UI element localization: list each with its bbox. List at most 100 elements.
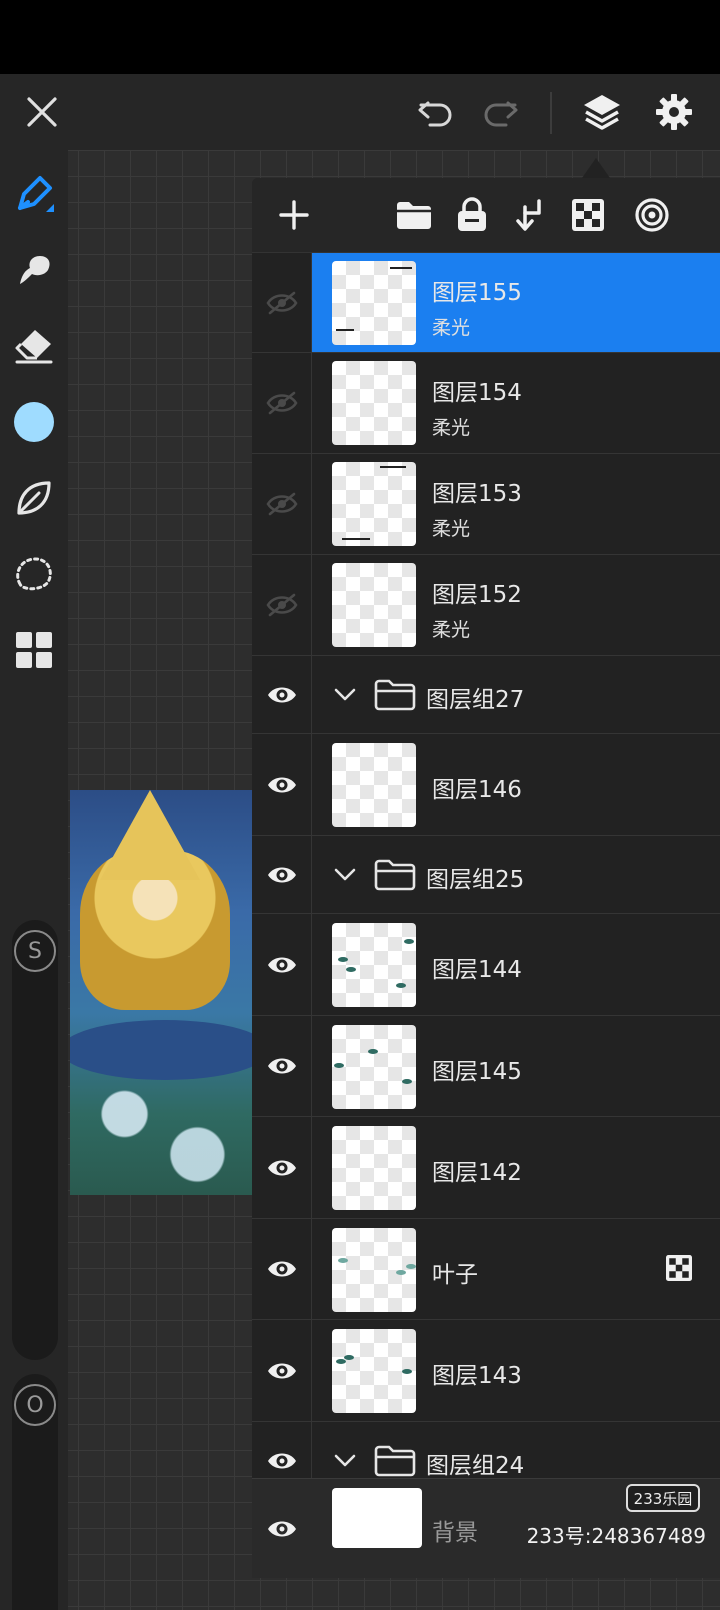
visibility-toggle[interactable]: [252, 1320, 312, 1421]
transform-tool[interactable]: [0, 614, 68, 686]
layer-row[interactable]: 图层154 柔光: [252, 353, 720, 454]
size-slider-knob[interactable]: S: [14, 930, 56, 972]
visibility-toggle[interactable]: [252, 1479, 312, 1578]
group-row[interactable]: 图层组25: [252, 836, 720, 914]
visibility-toggle[interactable]: [252, 1016, 312, 1116]
eye-icon: [267, 1363, 296, 1378]
thumb-mark: [338, 957, 348, 962]
visibility-toggle[interactable]: [252, 555, 312, 655]
settings-button[interactable]: [642, 74, 706, 150]
visibility-toggle[interactable]: [252, 1117, 312, 1218]
layer-row[interactable]: 图层143: [252, 1320, 720, 1422]
layer-main[interactable]: 图层146: [312, 734, 720, 835]
watermark-text: 233号:248367489: [526, 1524, 706, 1548]
layers-button[interactable]: [570, 74, 634, 150]
layer-row[interactable]: 图层145: [252, 1016, 720, 1117]
color-swatch: [14, 402, 54, 442]
eye-icon: [267, 1453, 296, 1468]
alpha-lock-button[interactable]: [560, 178, 616, 252]
lock-icon: [458, 197, 486, 231]
layer-row[interactable]: 图层142: [252, 1117, 720, 1219]
chevron-down-icon[interactable]: [332, 836, 358, 913]
layers-panel: 图层155 柔光 图层154 柔光 图层153 柔光 图层152 柔光 图层组2…: [252, 178, 720, 1578]
opacity-slider-knob[interactable]: O: [14, 1384, 56, 1426]
visibility-toggle[interactable]: [252, 1422, 312, 1478]
layer-row[interactable]: 图层152 柔光: [252, 555, 720, 656]
layers-toolbar: [252, 178, 720, 253]
chevron-down-icon[interactable]: [332, 656, 358, 733]
visibility-toggle[interactable]: [252, 836, 312, 913]
size-slider[interactable]: [12, 920, 58, 1360]
alpha-lock-badge[interactable]: [666, 1255, 692, 1281]
group-main[interactable]: 图层组25: [312, 836, 720, 913]
eye-icon: [267, 1058, 296, 1074]
layer-main[interactable]: 图层144: [312, 914, 720, 1015]
visibility-toggle[interactable]: [252, 253, 312, 352]
eye-hidden-icon: [265, 492, 298, 516]
group-name: 图层组25: [426, 867, 525, 893]
group-main[interactable]: 图层组27: [312, 656, 720, 733]
visibility-toggle[interactable]: [252, 734, 312, 835]
thumb-mark: [346, 967, 356, 972]
add-layer-icon: [279, 200, 309, 230]
eye-icon: [267, 777, 296, 792]
visibility-toggle[interactable]: [252, 353, 312, 453]
chevron-down-icon[interactable]: [332, 1422, 358, 1478]
alpha-lock-icon: [666, 1255, 692, 1281]
eye-icon: [267, 1160, 296, 1175]
layer-row[interactable]: 图层144: [252, 914, 720, 1016]
group-main[interactable]: 图层组24: [312, 1422, 720, 1478]
layer-main[interactable]: 图层153 柔光: [312, 454, 720, 554]
thumb-mark: [336, 1359, 346, 1364]
folder-icon: [374, 1422, 416, 1478]
visibility-toggle[interactable]: [252, 454, 312, 554]
undo-button[interactable]: [404, 74, 468, 150]
thumb-mark: [402, 1369, 412, 1374]
color-picker[interactable]: [0, 386, 68, 458]
layer-list[interactable]: 图层155 柔光 图层154 柔光 图层153 柔光 图层152 柔光 图层组2…: [252, 253, 720, 1478]
pen-tool[interactable]: [0, 158, 68, 230]
visibility-toggle[interactable]: [252, 914, 312, 1015]
reference-layer-button[interactable]: [624, 178, 680, 252]
close-button[interactable]: [10, 74, 74, 150]
layer-main[interactable]: 图层152 柔光: [312, 555, 720, 655]
new-group-button[interactable]: [386, 178, 442, 252]
artwork-preview: [70, 790, 252, 1195]
layer-thumbnail: [332, 1025, 416, 1109]
eraser-tool[interactable]: [0, 310, 68, 382]
merge-down-button[interactable]: [502, 178, 558, 252]
lasso-tool[interactable]: [0, 538, 68, 610]
layer-main[interactable]: 图层154 柔光: [312, 353, 720, 453]
layer-main[interactable]: 图层143: [312, 1320, 720, 1421]
redo-icon: [484, 101, 518, 127]
brush-library-tool[interactable]: [0, 462, 68, 534]
lock-layer-button[interactable]: [444, 178, 500, 252]
layer-row[interactable]: 图层153 柔光: [252, 454, 720, 555]
layers-icon: [584, 95, 620, 130]
eye-hidden-icon: [265, 391, 298, 415]
thumb-mark: [404, 939, 414, 944]
layer-name: 叶子: [432, 1262, 478, 1288]
thumb-mark: [406, 1264, 416, 1269]
layer-row[interactable]: 图层146: [252, 734, 720, 836]
group-row[interactable]: 图层组27: [252, 656, 720, 734]
pen-icon: [18, 176, 54, 212]
visibility-toggle[interactable]: [252, 656, 312, 733]
tool-rail: S O: [0, 150, 68, 1610]
status-bar: [0, 0, 720, 74]
layer-name: 图层152: [432, 582, 522, 608]
layer-main[interactable]: 图层155 柔光: [312, 253, 720, 352]
visibility-toggle[interactable]: [252, 1219, 312, 1319]
close-icon: [27, 97, 57, 127]
group-row[interactable]: 图层组24: [252, 1422, 720, 1478]
thumb-mark: [344, 1355, 354, 1360]
add-layer-button[interactable]: [266, 178, 322, 252]
layer-main[interactable]: 图层142: [312, 1117, 720, 1218]
layer-row[interactable]: 叶子: [252, 1219, 720, 1320]
layer-main[interactable]: 叶子: [312, 1219, 720, 1319]
layer-main[interactable]: 图层145: [312, 1016, 720, 1116]
redo-button[interactable]: [468, 74, 532, 150]
target-icon: [635, 198, 669, 232]
smudge-tool[interactable]: [0, 234, 68, 306]
layer-row[interactable]: 图层155 柔光: [252, 253, 720, 353]
